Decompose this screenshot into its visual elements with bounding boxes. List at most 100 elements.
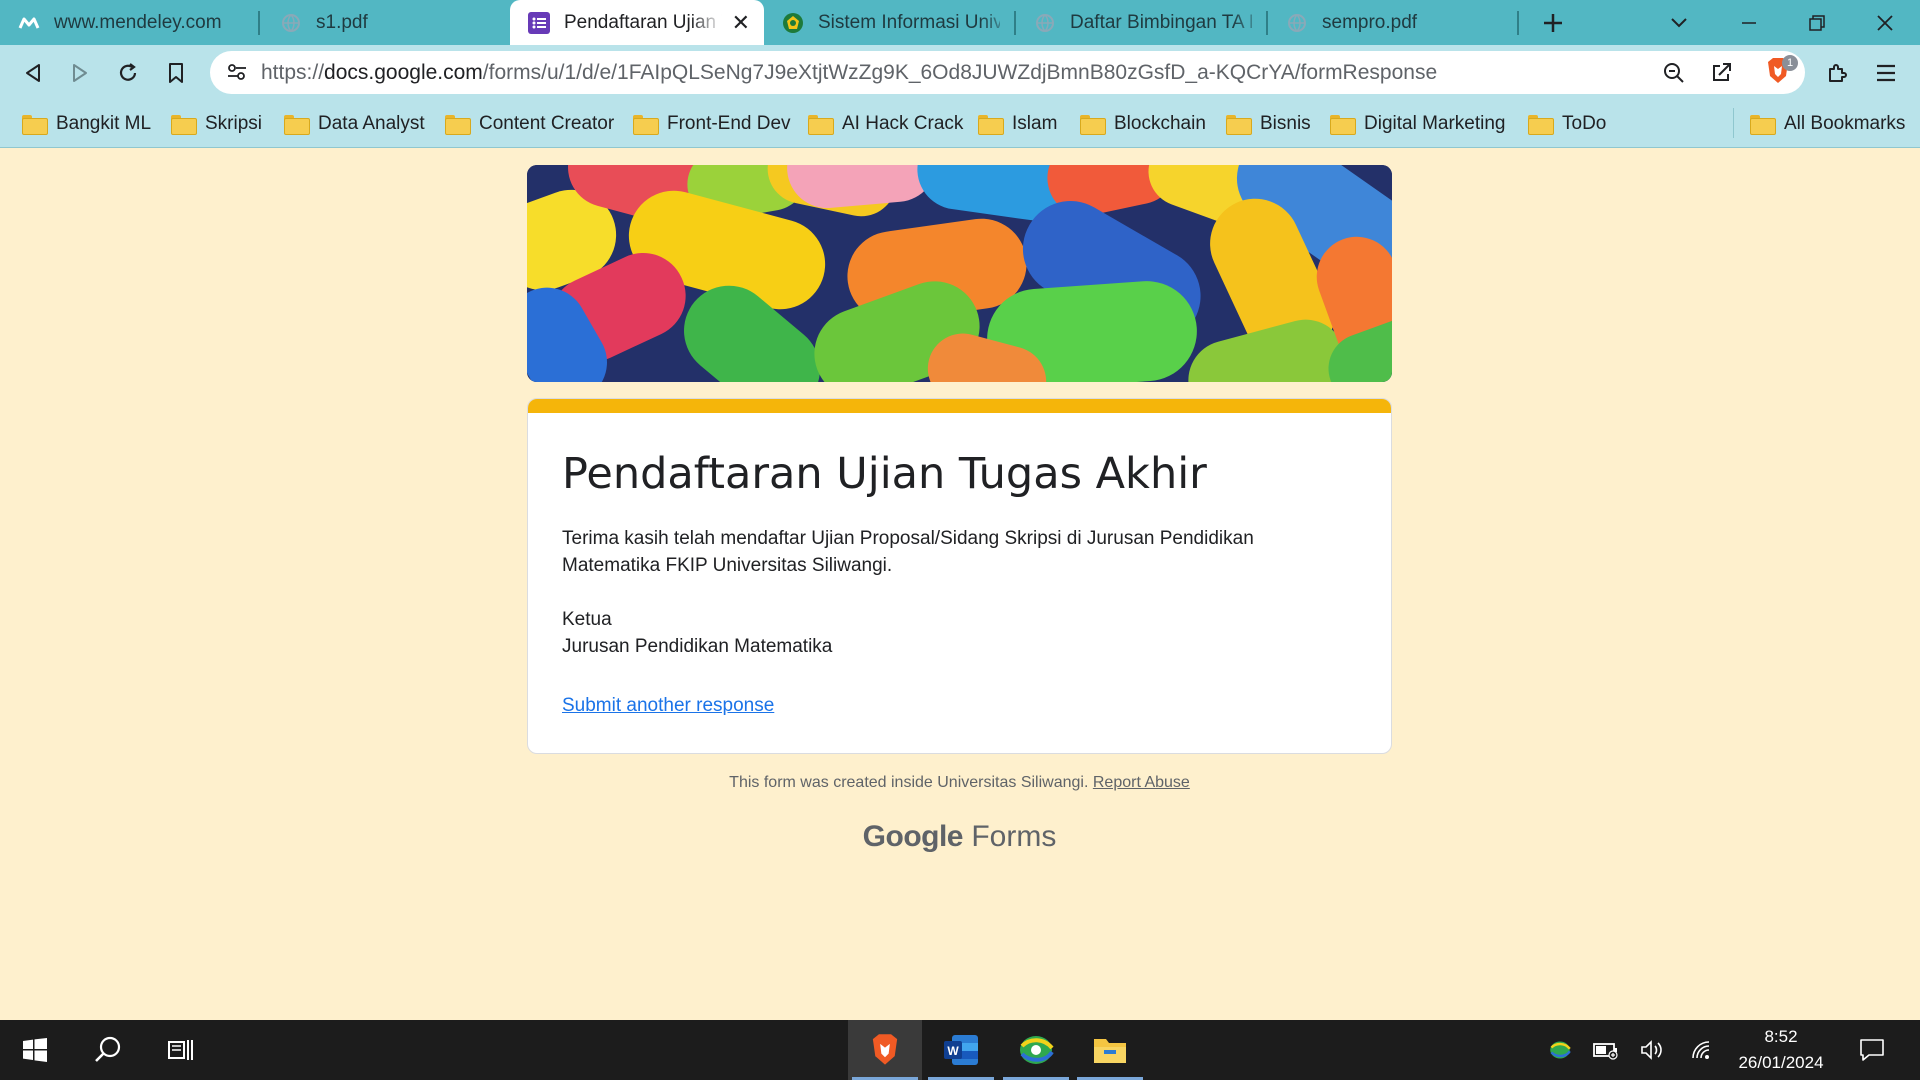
tab-title: Sistem Informasi Universitas	[818, 11, 1000, 33]
brave-shields-icon[interactable]: 1	[1764, 55, 1798, 91]
back-arrow-icon	[26, 64, 40, 82]
close-icon	[1877, 14, 1893, 31]
submit-another-response-link[interactable]: Submit another response	[562, 695, 774, 717]
bookmark-todo[interactable]: ToDo	[1528, 100, 1606, 148]
task-view-button[interactable]	[146, 1020, 214, 1080]
bookmark-islam[interactable]: Islam	[978, 100, 1057, 148]
tab-search-button[interactable]	[1650, 0, 1708, 45]
taskbar-word[interactable]: W	[924, 1020, 998, 1080]
url-path: /forms/u/1/d/e/1FAIpQLSeNg7J9eXtjtWzZg9K…	[482, 61, 1438, 84]
folder-icon	[1080, 115, 1106, 135]
brave-browser-icon	[872, 1034, 898, 1065]
tab-s1-pdf[interactable]: s1.pdf	[262, 0, 510, 45]
folder-icon	[171, 115, 197, 135]
folder-icon	[633, 115, 659, 135]
forward-button[interactable]	[60, 53, 100, 93]
site-settings-icon[interactable]	[226, 61, 248, 88]
close-window-button[interactable]	[1856, 0, 1914, 45]
plus-icon	[1544, 13, 1562, 32]
download-manager-tray-icon	[1550, 1041, 1571, 1059]
tab-sempro-pdf[interactable]: sempro.pdf	[1268, 0, 1518, 45]
folder-icon	[1528, 115, 1554, 135]
start-button[interactable]	[0, 1020, 70, 1080]
tab-title: Daftar Bimbingan TA Mahasiswa	[1070, 11, 1252, 33]
windows-logo-icon	[23, 1038, 47, 1062]
folder-icon	[284, 115, 310, 135]
bookmark-digital-marketing[interactable]: Digital Marketing	[1330, 100, 1506, 148]
zoom-icon[interactable]	[1662, 61, 1686, 90]
card-accent-bar	[528, 399, 1391, 413]
form-header-banner	[527, 165, 1392, 382]
notification-center-button[interactable]	[1842, 1020, 1902, 1080]
url-scheme: https://	[261, 61, 325, 84]
globe-icon	[1286, 12, 1308, 34]
taskbar-file-explorer[interactable]	[1073, 1020, 1147, 1080]
tray-volume[interactable]	[1630, 1020, 1674, 1080]
reload-button[interactable]	[108, 53, 148, 93]
tray-battery[interactable]	[1584, 1020, 1628, 1080]
folder-icon	[1750, 115, 1776, 135]
extensions-button[interactable]	[1818, 53, 1858, 93]
task-view-icon	[168, 1040, 193, 1060]
tab-title: s1.pdf	[316, 11, 368, 33]
bookmark-bangkit-ml[interactable]: Bangkit ML	[22, 100, 151, 148]
address-bar[interactable]: https://docs.google.com/forms/u/1/d/e/1F…	[210, 51, 1805, 94]
puzzle-icon	[1829, 64, 1847, 82]
menu-button[interactable]	[1866, 53, 1906, 93]
report-abuse-link[interactable]: Report Abuse	[1093, 774, 1190, 791]
folder-icon	[445, 115, 471, 135]
bookmark-data-analyst[interactable]: Data Analyst	[284, 100, 425, 148]
tab-close-icon[interactable]: ✕	[732, 10, 750, 36]
url-text: https://docs.google.com/forms/u/1/d/e/1F…	[261, 51, 1437, 94]
reload-icon	[119, 63, 137, 81]
search-icon	[95, 1036, 121, 1062]
microsoft-word-icon: W	[944, 1035, 978, 1065]
footer-text: This form was created inside Universitas…	[729, 774, 1089, 791]
confirmation-message: Terima kasih telah mendaftar Ujian Propo…	[562, 528, 1254, 657]
url-domain: docs.google.com	[324, 61, 483, 84]
wifi-icon	[1692, 1041, 1710, 1059]
minimize-button[interactable]	[1720, 0, 1778, 45]
tab-title: Pendaftaran Ujian Tugas Akhir	[564, 11, 722, 33]
bookmark-blockchain[interactable]: Blockchain	[1080, 100, 1206, 148]
volume-icon	[1641, 1040, 1662, 1060]
tab-strip: www.mendeley.com s1.pdf Pendaftaran Ujia…	[0, 0, 1920, 45]
chevron-down-icon	[1671, 17, 1687, 27]
battery-charging-icon	[1593, 1043, 1618, 1060]
back-button[interactable]	[13, 53, 53, 93]
tray-idm[interactable]	[1538, 1020, 1582, 1080]
bookmarks-bar: Bangkit ML Skripsi Data Analyst Content …	[0, 100, 1920, 148]
forward-arrow-icon	[73, 64, 87, 82]
folder-icon	[978, 115, 1004, 135]
tray-network[interactable]	[1680, 1020, 1724, 1080]
tab-mendeley[interactable]: www.mendeley.com	[0, 0, 258, 45]
bookmark-ai-hack-crack[interactable]: AI Hack Crack	[808, 100, 963, 148]
folder-icon	[1226, 115, 1252, 135]
windows-taskbar: W	[0, 1020, 1920, 1080]
bookmark-all-bookmarks[interactable]: All Bookmarks	[1750, 100, 1905, 148]
tab-title: www.mendeley.com	[54, 11, 222, 33]
share-icon[interactable]	[1710, 60, 1734, 89]
form-title: Pendaftaran Ujian Tugas Akhir	[562, 449, 1207, 499]
tab-sistem-informasi[interactable]: Sistem Informasi Universitas	[764, 0, 1014, 45]
system-clock[interactable]: 8:52 26/01/2024	[1726, 1024, 1836, 1076]
folder-icon	[808, 115, 834, 135]
google-forms-logo[interactable]: Google Forms	[527, 820, 1392, 854]
bookmark-button[interactable]	[156, 53, 196, 93]
tab-daftar-bimbingan[interactable]: Daftar Bimbingan TA Mahasiswa	[1016, 0, 1266, 45]
browser-toolbar: https://docs.google.com/forms/u/1/d/e/1F…	[0, 45, 1920, 100]
bookmark-skripsi[interactable]: Skripsi	[171, 100, 262, 148]
tab-title: sempro.pdf	[1322, 11, 1418, 33]
bookmark-content-creator[interactable]: Content Creator	[445, 100, 614, 148]
google-wordmark: Google	[862, 820, 964, 853]
restore-button[interactable]	[1788, 0, 1846, 45]
restore-icon	[1809, 14, 1825, 31]
tab-pendaftaran-active[interactable]: Pendaftaran Ujian Tugas Akhir ✕	[510, 0, 764, 45]
taskbar-idm[interactable]	[999, 1020, 1073, 1080]
new-tab-button[interactable]	[1524, 0, 1582, 45]
search-button[interactable]	[70, 1020, 146, 1080]
globe-icon	[280, 12, 302, 34]
bookmark-bisnis[interactable]: Bisnis	[1226, 100, 1311, 148]
taskbar-brave[interactable]	[848, 1020, 922, 1080]
bookmark-front-end-dev[interactable]: Front-End Dev	[633, 100, 791, 148]
